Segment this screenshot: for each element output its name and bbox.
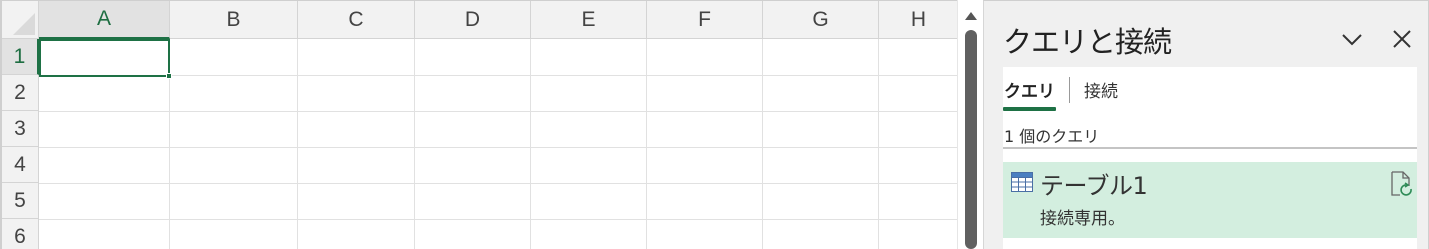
pane-body: クエリ 接続 1 個のクエリ テーブル1 接続専用。 — [1003, 67, 1417, 249]
column-header-h[interactable]: H — [879, 1, 957, 39]
column-header-a[interactable]: A — [39, 1, 170, 39]
gridline — [646, 39, 647, 249]
scroll-up-arrow-icon[interactable] — [965, 12, 977, 20]
selected-tab-indicator — [1003, 107, 1056, 111]
worksheet-grid[interactable]: A B C D E F G H 1 2 3 4 5 6 — [0, 0, 957, 249]
divider — [1003, 147, 1417, 149]
row-header-4[interactable]: 4 — [2, 147, 39, 183]
fill-handle[interactable] — [166, 73, 172, 79]
row-header-1[interactable]: 1 — [2, 39, 39, 75]
close-icon[interactable] — [1390, 27, 1414, 51]
gridline — [762, 39, 763, 249]
table-icon — [1011, 172, 1033, 192]
gridline — [878, 39, 879, 249]
chevron-down-icon[interactable] — [1340, 27, 1364, 51]
gridline — [39, 111, 957, 112]
active-cell-a1[interactable] — [39, 39, 170, 77]
gridline — [39, 147, 957, 148]
gridline — [39, 75, 957, 76]
pane-tabs: クエリ 接続 — [1003, 75, 1417, 111]
tab-connections[interactable]: 接続 — [1084, 77, 1118, 102]
scroll-thumb[interactable] — [965, 30, 977, 249]
tab-queries[interactable]: クエリ — [1004, 77, 1055, 102]
column-header-g[interactable]: G — [763, 1, 879, 39]
pane-title: クエリと接続 — [1003, 25, 1172, 59]
query-name[interactable]: テーブル1 — [1040, 166, 1148, 201]
row-header-5[interactable]: 5 — [2, 183, 39, 219]
column-header-b[interactable]: B — [170, 1, 298, 39]
gridline — [39, 219, 957, 220]
row-header-2[interactable]: 2 — [2, 75, 39, 111]
row-header-6[interactable]: 6 — [2, 219, 39, 249]
query-description: 接続専用。 — [1040, 209, 1125, 229]
query-list-item[interactable]: テーブル1 接続専用。 — [1003, 162, 1417, 238]
column-header-f[interactable]: F — [647, 1, 763, 39]
refresh-icon[interactable] — [1389, 171, 1413, 197]
column-header-d[interactable]: D — [415, 1, 531, 39]
gridline — [414, 39, 415, 249]
queries-connections-pane: クエリと接続 クエリ 接続 1 個のクエリ テーブル1 接続専用。 — [983, 0, 1429, 249]
column-header-e[interactable]: E — [531, 1, 647, 39]
gridline — [297, 39, 298, 249]
row-header-3[interactable]: 3 — [2, 111, 39, 147]
query-count: 1 個のクエリ — [1004, 127, 1100, 146]
tab-separator — [1069, 77, 1070, 103]
gridline — [530, 39, 531, 249]
vertical-scrollbar[interactable] — [957, 0, 983, 249]
column-header-c[interactable]: C — [298, 1, 415, 39]
gridline — [39, 183, 957, 184]
select-all-corner[interactable] — [2, 1, 39, 39]
